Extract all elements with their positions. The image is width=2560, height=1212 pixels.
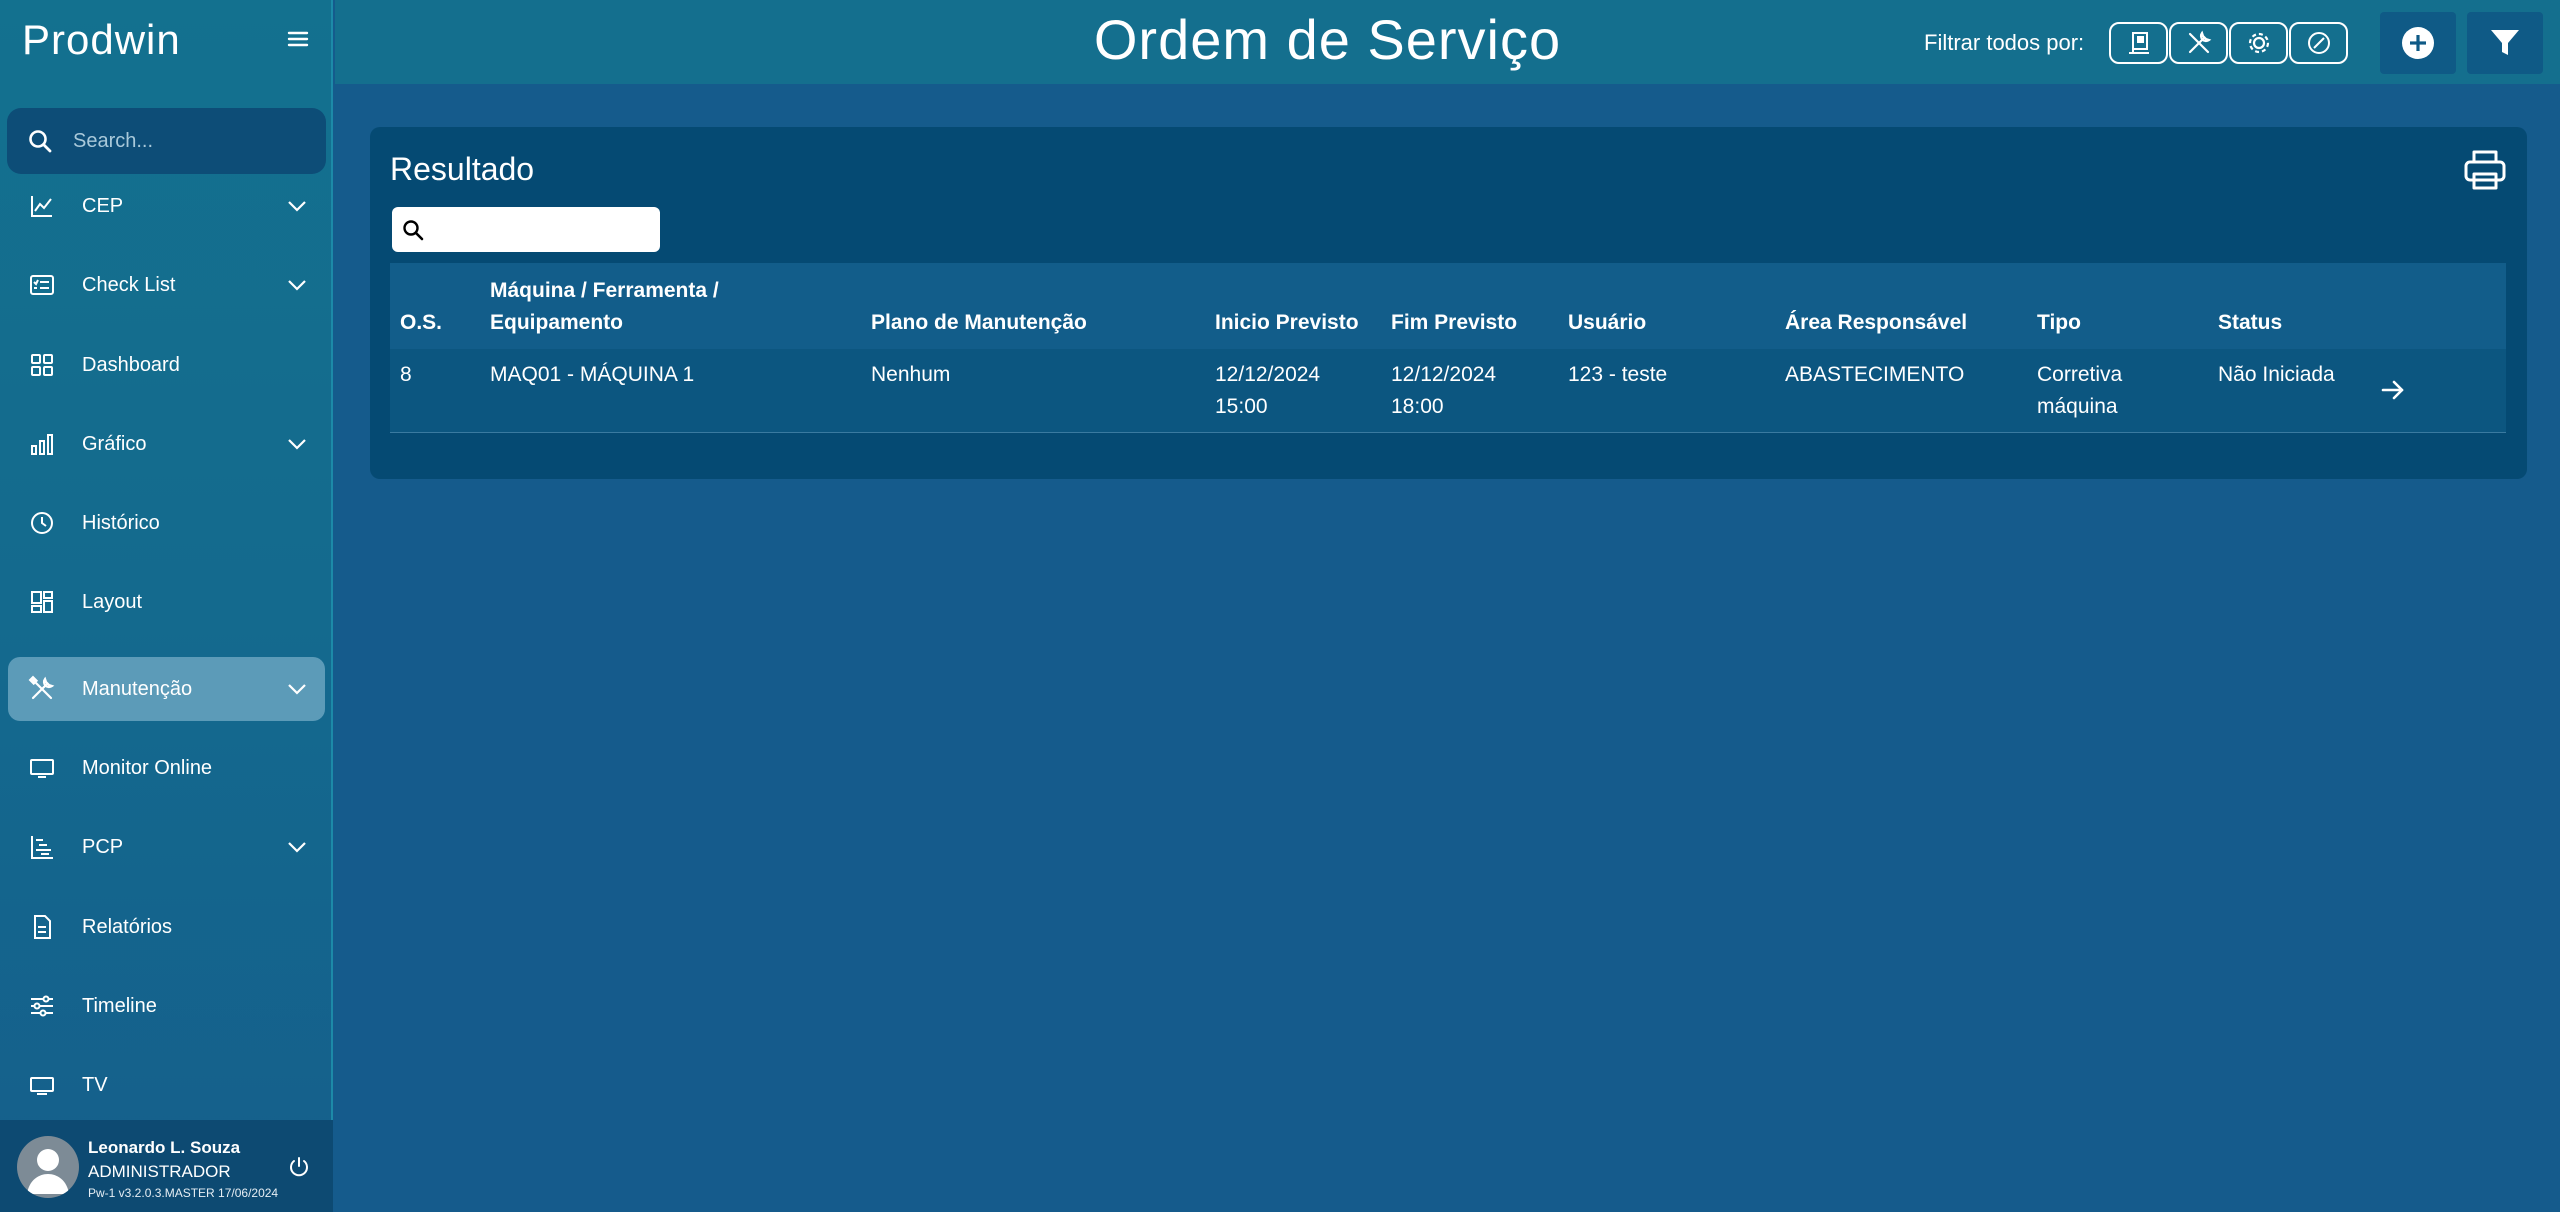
chevron-down-icon[interactable] [285,677,309,701]
sidebar-item-label: Dashboard [82,353,180,376]
sidebar-item-relatorios[interactable]: Relatórios [8,895,325,959]
user-role: ADMINISTRADOR [88,1162,231,1181]
column-header-machine-line2[interactable]: Equipamento [490,307,623,339]
sidebar-item-layout[interactable]: Layout [8,570,325,634]
clock-icon [28,509,56,537]
user-panel: Leonardo L. Souza ADMINISTRADOR Pw-1 v3.… [0,1120,333,1212]
column-header-user[interactable]: Usuário [1568,307,1646,339]
sidebar-item-label: Timeline [82,994,157,1017]
sidebar-item-label: CEP [82,194,124,217]
cell-area: ABASTECIMENTO [1785,363,1965,386]
filter-label: Filtrar todos por: [1924,30,2085,55]
filter-equipment-button[interactable] [2229,22,2288,64]
hamburger-menu-icon[interactable] [283,24,313,54]
sidebar-item-label: Check List [82,273,176,296]
sidebar-item-label: Relatórios [82,915,173,938]
app-version: Pw-1 v3.2.0.3.MASTER 17/06/2024 [88,1186,279,1200]
arrow-right-icon[interactable] [2378,375,2408,405]
avatar[interactable] [17,1136,79,1198]
funnel-icon [2491,30,2519,55]
column-header-start[interactable]: Inicio Previsto [1215,307,1359,339]
cell-type-line2: máquina [2037,395,2118,418]
filter-none-button[interactable] [2289,22,2348,64]
result-card: Resultado O.S. Máquina / Ferramenta / Eq… [370,127,2527,479]
cell-start-date: 12/12/2024 [1215,363,1321,386]
tools-icon [28,675,56,703]
column-header-end[interactable]: Fim Previsto [1391,307,1517,339]
sidebar-item-grafico[interactable]: Gráfico [8,412,325,476]
column-header-status[interactable]: Status [2218,307,2282,339]
sidebar-item-check-list[interactable]: Check List [8,253,325,317]
chevron-down-icon[interactable] [285,835,309,859]
tv-icon [28,1071,56,1099]
search-icon [29,130,52,153]
column-header-machine-line1[interactable]: Máquina / Ferramenta / [490,275,719,307]
slash-circle-icon [2307,32,2330,54]
monitor-icon [28,754,56,782]
cell-type-line1: Corretiva [2037,363,2123,386]
sidebar-item-dashboard[interactable]: Dashboard [8,333,325,397]
user-name: Leonardo L. Souza [88,1138,241,1157]
bar-chart-icon [28,430,56,458]
sidebar-item-historico[interactable]: Histórico [8,491,325,555]
brand-logo: Prodwin [22,16,181,63]
gear-icon [2248,32,2269,54]
column-header-area[interactable]: Área Responsável [1785,307,1967,339]
document-icon [28,913,56,941]
chevron-down-icon[interactable] [285,432,309,456]
column-header-type[interactable]: Tipo [2037,307,2081,339]
machine-icon [2128,32,2149,54]
top-header: Ordem de Serviço Filtrar todos por: [335,0,2560,84]
gantt-icon [28,833,56,861]
filter-tool-button[interactable] [2169,22,2228,64]
sidebar-search[interactable] [7,108,326,174]
plus-circle-icon [2402,27,2434,59]
table-header: O.S. Máquina / Ferramenta / Equipamento … [390,263,2506,349]
sidebar-item-cep[interactable]: CEP [8,174,325,238]
app-root: Prodwin CEP Check List Dash [0,0,2560,1212]
sidebar-item-tv[interactable]: TV [8,1053,325,1117]
cell-end-date: 12/12/2024 [1391,363,1497,386]
table-row[interactable]: 8 MAQ01 - MÁQUINA 1 Nenhum 12/12/2024 15… [390,349,2506,433]
cell-machine: MAQ01 - MÁQUINA 1 [490,363,695,386]
line-chart-icon [28,192,56,220]
dashboard-grid-icon [28,351,56,379]
sidebar-item-label: Monitor Online [82,756,213,779]
sidebar-item-timeline[interactable]: Timeline [8,974,325,1038]
checklist-icon [28,271,56,299]
cell-status: Não Iniciada [2218,363,2335,386]
power-icon[interactable] [288,1156,310,1178]
sidebar-item-label: PCP [82,835,124,858]
cell-plan: Nenhum [871,363,951,386]
sidebar-search-input[interactable] [73,129,313,153]
column-header-os[interactable]: O.S. [400,307,442,339]
table-search[interactable] [392,207,660,252]
print-icon[interactable] [2462,148,2508,192]
cell-end-time: 18:00 [1391,395,1444,418]
sidebar-item-label: Histórico [82,511,160,534]
result-title: Resultado [390,151,535,187]
table-search-input[interactable] [432,219,652,240]
column-header-plan[interactable]: Plano de Manutenção [871,307,1087,339]
sidebar-item-label: TV [82,1073,108,1096]
filter-button[interactable] [2467,12,2543,74]
sidebar-item-label: Layout [82,590,143,613]
sidebar-item-pcp[interactable]: PCP [8,815,325,879]
sidebar-item-label: Gráfico [82,432,147,455]
add-button[interactable] [2380,12,2456,74]
sidebar-item-monitor-online[interactable]: Monitor Online [8,736,325,800]
cell-user: 123 - teste [1568,363,1668,386]
cell-start-time: 15:00 [1215,395,1268,418]
filter-machine-button[interactable] [2109,22,2168,64]
sidebar-item-label: Manutenção [82,677,193,700]
sidebar: Prodwin CEP Check List Dash [0,0,333,1212]
cell-os: 8 [400,363,412,386]
sliders-icon [28,992,56,1020]
chevron-down-icon[interactable] [285,273,309,297]
search-icon [403,219,424,240]
chevron-down-icon[interactable] [285,194,309,218]
tools-icon [2188,30,2211,54]
layout-icon [28,588,56,616]
sidebar-item-manutencao[interactable]: Manutenção [8,657,325,721]
